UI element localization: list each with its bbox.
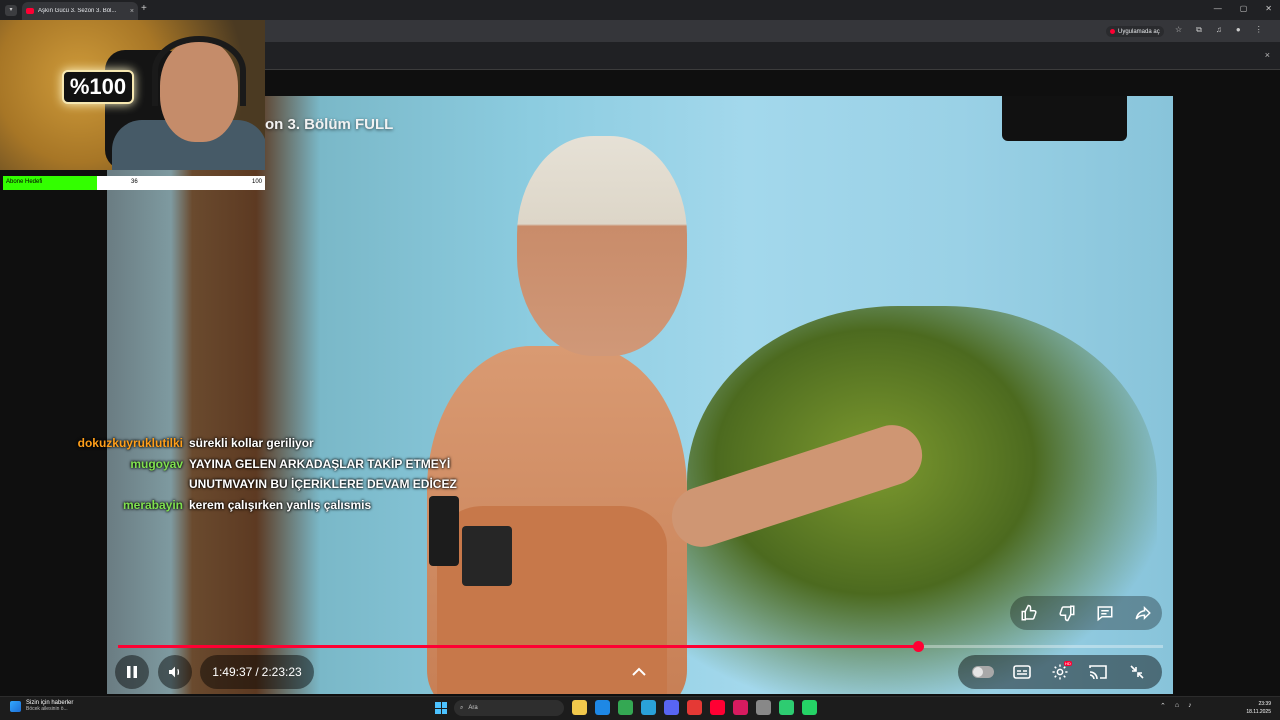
browser-toolbar-icons: ☆ ⧉ ♫ ● ⋮ [1175,25,1263,35]
progress-played [118,645,918,648]
hd-badge: HD [1063,661,1072,666]
studio-camera [1002,96,1127,141]
minimize-button[interactable]: — [1214,4,1222,13]
duration: 2:23:23 [261,665,302,679]
open-in-app-label: Uygulamada aç [1118,28,1160,35]
time-separator: / [255,665,259,679]
tab-bar [0,0,1280,20]
chat-text: kerem çalışırken yanlış çalısmis [189,498,372,512]
chat-username: dokuzkuyruklutilki [77,436,183,450]
exit-fullscreen-icon [1130,665,1144,679]
expand-chapters-button[interactable] [626,660,652,684]
streamer-webcam: %100 [0,20,265,170]
tab-active[interactable]: Aşkın Gücü 3. Sezon 3. Böl... × [22,2,138,20]
chat-text: YAYINA GELEN ARKADAŞLAR TAKİP ETMEYİ [189,457,451,471]
cast-icon [1089,665,1108,680]
pinned-app-icon[interactable] [710,700,725,715]
youtube-app-icon [1110,29,1115,34]
mic-transmitter [462,526,512,586]
taskbar-search[interactable]: ⌕ Ara [454,700,564,716]
pinned-apps [572,700,817,715]
news-subtitle: Böcek ailesinin ö... [26,706,68,712]
share-icon[interactable] [1132,602,1154,624]
taskbar-clock[interactable]: 23:39 18.11.2025 [1238,700,1271,716]
pinned-app-icon[interactable] [733,700,748,715]
goal-current: 36 [131,179,138,185]
settings-button[interactable]: HD [1049,661,1072,683]
pinned-app-icon[interactable] [756,700,771,715]
thumbs-up-icon[interactable] [1018,602,1040,624]
start-button[interactable] [435,702,447,714]
volume-button[interactable] [158,655,192,689]
subtitles-button[interactable] [1011,661,1033,683]
chat-text: sürekli kollar geriliyor [189,436,314,450]
chevron-up-icon [632,667,646,676]
open-in-app-button[interactable]: Uygulamada aç [1106,26,1164,37]
clock-time: 23:39 [1258,701,1271,707]
close-window-button[interactable]: ✕ [1265,4,1272,13]
bookmark-star-icon[interactable]: ☆ [1175,25,1182,35]
infobar-close-icon[interactable]: × [1265,50,1270,60]
video-title-overlay: on 3. Bölüm FULL [265,116,394,133]
cast-button[interactable] [1087,661,1109,683]
search-placeholder: Ara [468,705,478,711]
goal-target: 100 [251,179,262,185]
subtitles-icon [1012,665,1031,679]
chat-username: merabayin [122,498,183,512]
subscriber-goal-bar: Abone Hedefi 36 100 [3,176,265,190]
goal-label: Abone Hedefi [6,179,43,185]
chat-username: mugoyav [130,457,183,471]
maximize-button[interactable]: ▢ [1240,4,1248,13]
scrubber-handle[interactable] [913,641,924,652]
tab-search-dropdown[interactable]: ▾ [5,5,17,16]
letterbox-right [1173,96,1280,694]
browser-menu-icon[interactable]: ⋮ [1255,25,1263,35]
pinned-app-icon[interactable] [687,700,702,715]
video-actions [1010,596,1162,630]
pinned-app-icon[interactable] [802,700,817,715]
news-icon [10,700,21,712]
media-control-icon[interactable]: ♫ [1216,25,1222,35]
pinned-app-icon[interactable] [779,700,794,715]
extensions-icon[interactable]: ⧉ [1196,25,1202,35]
tray-overflow-icon[interactable]: ⌃ [1160,702,1166,710]
pinned-app-icon[interactable] [641,700,656,715]
progress-bar[interactable] [118,641,1163,652]
profile-avatar[interactable]: ● [1236,25,1241,35]
news-widget[interactable]: Sizin için haberler Böcek ailesinin ö... [10,700,73,712]
network-icon[interactable]: ⌂ [1175,702,1179,710]
pinned-app-icon[interactable] [664,700,679,715]
pinned-app-icon[interactable] [618,700,633,715]
window-controls: — ▢ ✕ [1214,4,1272,13]
exit-fullscreen-button[interactable] [1126,661,1148,683]
pause-icon [127,666,137,678]
pinned-app-icon[interactable] [572,700,587,715]
person-head [517,136,687,356]
thumbs-down-icon[interactable] [1056,602,1078,624]
youtube-favicon-icon [26,8,34,14]
current-time: 1:49:37 [212,665,253,679]
neon-logo: %100 [62,70,134,104]
pinned-app-icon[interactable] [595,700,610,715]
time-display: 1:49:37 / 2:23:23 [200,655,314,689]
comment-icon[interactable] [1094,602,1116,624]
pause-button[interactable] [115,655,149,689]
volume-icon [169,666,180,678]
clock-date: 18.11.2025 [1246,709,1271,715]
new-tab-button[interactable]: + [141,3,147,14]
autoplay-toggle[interactable] [972,661,995,683]
tab-title: Aşkın Gücü 3. Sezon 3. Böl... [38,8,117,14]
mic-pack [429,496,459,566]
tab-close-icon[interactable]: × [130,8,134,15]
chat-text: UNUTMVAYIN BU İÇERİKLERE DEVAM EDİCEZ [189,477,457,491]
player-right-controls: HD [958,655,1162,689]
system-tray: ⌃ ⌂ ♪ [1160,702,1192,710]
volume-tray-icon[interactable]: ♪ [1188,702,1192,710]
search-icon: ⌕ [460,704,464,711]
headset [152,36,246,106]
